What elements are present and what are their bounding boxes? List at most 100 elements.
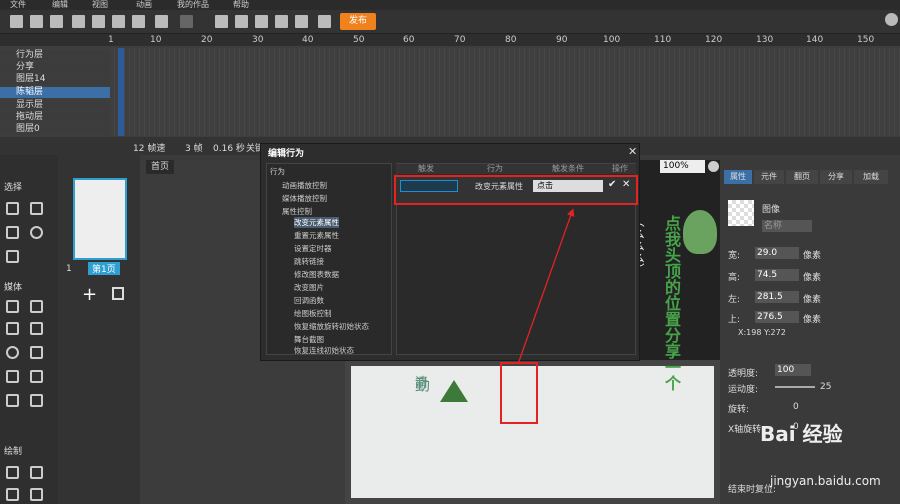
top-input[interactable]: 276.5 (755, 311, 799, 323)
html-icon[interactable] (6, 394, 19, 407)
image-icon[interactable] (6, 322, 19, 335)
lasso-icon[interactable] (30, 202, 43, 215)
tree-item[interactable]: 恢复缩放旋转初始状态 (294, 321, 369, 332)
hand-icon[interactable] (6, 250, 19, 263)
video-icon[interactable] (6, 346, 19, 359)
stage-tab[interactable]: 首页 (146, 160, 174, 174)
tree-item[interactable]: 媒体播放控制 (282, 193, 327, 204)
stop-icon[interactable] (255, 15, 268, 28)
save-icon[interactable] (50, 15, 63, 28)
close-icon[interactable]: ✕ (628, 145, 637, 158)
menu-animation[interactable]: 动画 (136, 0, 152, 10)
layer-row[interactable]: 显示层 (0, 100, 110, 111)
tab-share[interactable]: 分享 (820, 170, 852, 184)
zoom-select[interactable]: 100% (660, 160, 705, 173)
tick-label: 90 (556, 35, 568, 45)
tree-item[interactable]: 属性控制 (282, 206, 312, 217)
new-icon[interactable] (10, 15, 23, 28)
menu-help[interactable]: 帮助 (233, 0, 249, 10)
left-input[interactable]: 281.5 (755, 291, 799, 303)
page-number: 1 (66, 264, 72, 274)
delete-icon[interactable] (132, 15, 145, 28)
trigger-input[interactable] (400, 180, 458, 192)
redo-icon[interactable] (180, 15, 193, 28)
tree-item[interactable]: 绘图板控制 (294, 308, 332, 319)
rect-icon[interactable] (6, 488, 19, 501)
condition-select[interactable]: 点击 (533, 180, 603, 192)
tab-load[interactable]: 加载 (854, 170, 888, 184)
zoom-icon[interactable] (30, 226, 43, 239)
layer-row[interactable]: 拖动层 (0, 112, 110, 123)
opacity-input[interactable]: 100 (775, 364, 811, 376)
menu-my-works[interactable]: 我的作品 (177, 0, 209, 10)
audio-icon[interactable] (30, 322, 43, 335)
paste-icon[interactable] (112, 15, 125, 28)
rotate-value[interactable]: 0 (793, 402, 799, 412)
list-icon[interactable] (6, 370, 19, 383)
add-page-icon[interactable]: + (82, 284, 97, 305)
ps-icon[interactable] (30, 300, 43, 313)
playhead[interactable] (118, 48, 124, 136)
tree-item[interactable]: 回调函数 (294, 295, 324, 306)
text-icon[interactable] (30, 346, 43, 359)
zongzi-image[interactable] (440, 380, 468, 402)
blur-slider[interactable] (775, 386, 815, 388)
preview-icon[interactable] (275, 15, 288, 28)
pause-icon[interactable] (235, 15, 248, 28)
menu-view[interactable]: 视图 (92, 0, 108, 10)
undo-icon[interactable] (155, 15, 168, 28)
layer-row[interactable]: 行为层 (0, 50, 110, 61)
menu-file[interactable]: 文件 (10, 0, 26, 10)
publish-button[interactable]: 发布 (340, 13, 376, 30)
tree-item[interactable]: 舞台截图 (294, 334, 324, 345)
tab-properties[interactable]: 属性 (724, 170, 752, 184)
open-icon[interactable] (30, 15, 43, 28)
settings-icon[interactable] (885, 13, 898, 26)
tick-label: 140 (806, 35, 824, 45)
grid-icon[interactable] (6, 300, 19, 313)
tab-elements[interactable]: 元件 (754, 170, 784, 184)
header-action: 操作 (612, 164, 628, 173)
rotate-label: 旋转: (728, 405, 750, 415)
copy-icon[interactable] (92, 15, 105, 28)
import-page-icon[interactable] (112, 287, 124, 300)
tree-item[interactable]: 修改图表数据 (294, 269, 339, 280)
play-icon[interactable] (215, 15, 228, 28)
rounded-rect-icon[interactable] (30, 488, 43, 501)
remove-icon[interactable]: ✕ (622, 179, 630, 190)
slideshow-icon[interactable] (30, 370, 43, 383)
tree-root[interactable]: 行为 (270, 166, 285, 177)
tab-flip[interactable]: 翻页 (786, 170, 818, 184)
tree-item[interactable]: 设置定时器 (294, 243, 332, 254)
transform-icon[interactable] (6, 226, 19, 239)
cut-icon[interactable] (72, 15, 85, 28)
tree-item[interactable]: 恢复连线初始状态 (294, 345, 354, 356)
tree-item[interactable]: 改变图片 (294, 282, 324, 293)
tree-item[interactable]: 动画播放控制 (282, 180, 327, 191)
html5-icon[interactable] (318, 15, 331, 28)
frame-grid[interactable] (110, 48, 900, 136)
help-icon[interactable] (708, 161, 719, 172)
menu-edit[interactable]: 编辑 (52, 0, 68, 10)
confirm-icon[interactable]: ✔ (608, 179, 616, 190)
tree-item[interactable]: 跳转链接 (294, 256, 324, 267)
tree-item-selected[interactable]: 改变元素属性 (294, 217, 339, 228)
name-input[interactable]: 名称 (762, 220, 812, 232)
layer-row[interactable]: 图层0 (0, 124, 110, 135)
width-input[interactable]: 29.0 (755, 247, 799, 259)
chart-icon[interactable] (30, 394, 43, 407)
character-image[interactable] (683, 210, 717, 254)
blur-value: 25 (820, 382, 832, 392)
tree-item[interactable]: 重置元素属性 (294, 230, 339, 241)
pointer-icon[interactable] (6, 202, 19, 215)
tick-label: 100 (603, 35, 621, 45)
qr-icon[interactable] (295, 15, 308, 28)
height-input[interactable]: 74.5 (755, 269, 799, 281)
page-thumbnail[interactable] (73, 178, 127, 260)
tick-label: 150 (857, 35, 875, 45)
line-icon[interactable] (6, 466, 19, 479)
layer-row[interactable]: 分享 (0, 62, 110, 73)
layer-row-selected[interactable]: 陈韬层 (0, 87, 110, 98)
curve-icon[interactable] (30, 466, 43, 479)
layer-row[interactable]: 图层14 (0, 74, 110, 85)
